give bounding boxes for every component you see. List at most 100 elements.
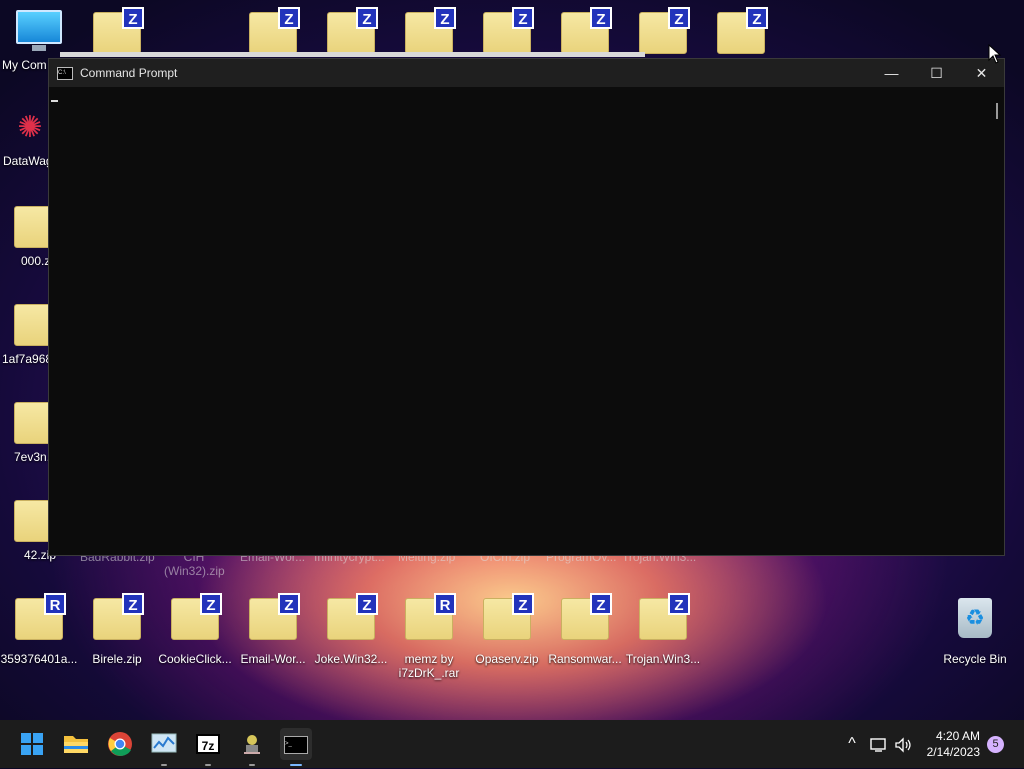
zip-badge: Z — [512, 593, 534, 615]
console-area[interactable] — [49, 87, 1004, 557]
zip-icon: R — [15, 593, 66, 640]
desktop-zip-icon[interactable]: Rmemz by i7zDrK_.rar — [390, 593, 468, 680]
window-titlebar[interactable]: C:\ Command Prompt — ☐ ✕ — [49, 59, 1004, 87]
zip-badge: Z — [590, 7, 612, 29]
show-hidden-icons-button[interactable]: ^ — [842, 720, 862, 768]
desktop-icon-label: memz by i7zDrK_.rar — [398, 652, 460, 680]
desktop-zip-icon[interactable]: Z — [234, 7, 312, 54]
desktop-zip-icon[interactable]: Z Birele.zip — [78, 593, 156, 666]
desktop-zip-icon[interactable]: R 359376401a... — [0, 593, 78, 666]
zip-icon: Z — [483, 593, 534, 640]
desktop-icon-recycle-bin[interactable]: ♻ Recycle Bin — [936, 598, 1014, 666]
zip-icon: Z — [639, 593, 690, 640]
desktop-zip-icon[interactable]: Z — [624, 7, 702, 54]
desktop-zip-icon[interactable]: Z Opaserv.zip — [468, 593, 546, 666]
running-indicator — [205, 764, 211, 766]
zip-badge: R — [44, 593, 66, 615]
datawag-icon: ✺ — [17, 111, 43, 144]
task-manager-button[interactable] — [148, 728, 180, 766]
desktop-zip-icon[interactable]: Z — [312, 7, 390, 54]
network-icon[interactable] — [868, 720, 890, 768]
zip-badge: Z — [746, 7, 768, 29]
running-indicator — [161, 764, 167, 766]
desktop-icon-label: Joke.Win32... — [314, 652, 388, 666]
zip-icon: Z — [171, 593, 222, 640]
7zip-button[interactable]: 7z — [192, 728, 224, 766]
chrome-button[interactable] — [104, 728, 136, 760]
running-indicator — [249, 764, 255, 766]
window-controls: — ☐ ✕ — [869, 59, 1004, 87]
recycle-bin-icon: ♻ — [958, 598, 992, 638]
zip-icon: R — [405, 593, 456, 640]
zip-icon: Z — [93, 7, 144, 54]
volume-icon[interactable] — [892, 720, 914, 768]
zip-badge: Z — [200, 593, 222, 615]
zip-icon: Z — [93, 593, 144, 640]
zip-badge: Z — [356, 593, 378, 615]
command-prompt-icon: C:\ — [57, 66, 73, 80]
process-hacker-button[interactable] — [236, 728, 268, 766]
zip-badge: Z — [668, 593, 690, 615]
desktop-zip-icon[interactable]: Z — [546, 7, 624, 54]
window-title: Command Prompt — [80, 66, 178, 80]
text-cursor — [51, 100, 58, 102]
desktop-icon-label: Ransomwar... — [548, 652, 622, 666]
vertical-scrollbar[interactable] — [996, 103, 998, 119]
process-hacker-icon — [244, 735, 260, 754]
zip-badge: Z — [122, 593, 144, 615]
command-prompt-taskbar-button[interactable]: >_ — [280, 728, 312, 766]
clock-date: 2/14/2023 — [926, 745, 980, 759]
zip-icon: Z — [405, 7, 456, 54]
zip-badge: R — [434, 593, 456, 615]
zip-icon: Z — [327, 7, 378, 54]
clock[interactable]: 4:20 AM 2/14/2023 — [927, 728, 980, 760]
desktop-zip-icon[interactable]: Z — [702, 7, 780, 54]
desktop-zip-icon[interactable]: Z Ransomwar... — [546, 593, 624, 666]
zip-icon: Z — [639, 7, 690, 54]
start-icon-tile — [33, 745, 43, 755]
desktop-zip-icon[interactable]: Z — [468, 7, 546, 54]
zip-badge: Z — [434, 7, 456, 29]
desktop-zip-icon[interactable]: Z CookieClick... — [156, 593, 234, 666]
zip-icon: Z — [561, 593, 612, 640]
desktop-icon-label: Email-Wor... — [240, 652, 306, 666]
desktop-icon-label: Opaserv.zip — [475, 652, 539, 666]
start-button[interactable] — [16, 728, 48, 760]
zip-icon: Z — [327, 593, 378, 640]
minimize-button[interactable]: — — [869, 59, 914, 87]
start-icon-tile — [21, 745, 31, 755]
desktop-zip-icon[interactable]: Z — [390, 7, 468, 54]
zip-badge: Z — [668, 7, 690, 29]
zip-icon: Z — [717, 7, 768, 54]
desktop-zip-icon[interactable]: Z Joke.Win32... — [312, 593, 390, 666]
volume-icon-glyph — [895, 737, 911, 753]
desktop-icon-label: Trojan.Win3... — [625, 652, 701, 666]
zip-badge: Z — [356, 7, 378, 29]
desktop-zip-icon[interactable]: Z Email-Wor... — [234, 593, 312, 666]
file-explorer-icon — [64, 736, 88, 753]
desktop-zip-icon[interactable]: Z — [78, 7, 156, 54]
notification-badge[interactable]: 5 — [987, 736, 1004, 753]
desktop-icon-label: 359376401a... — [0, 652, 78, 666]
file-explorer-button[interactable] — [60, 728, 92, 760]
desktop-icon-label: Recycle Bin — [943, 652, 1007, 666]
zip-badge: Z — [278, 593, 300, 615]
desktop-zip-icon[interactable]: Z Trojan.Win3... — [624, 593, 702, 666]
desktop-icon-label: Birele.zip — [92, 652, 142, 666]
start-icon-tile — [33, 733, 43, 743]
background-window-scrollbar — [60, 52, 645, 57]
maximize-button[interactable]: ☐ — [914, 59, 959, 87]
active-indicator — [290, 764, 302, 766]
7zip-icon: 7z — [196, 734, 220, 754]
chrome-icon — [108, 732, 132, 756]
start-icon-tile — [21, 733, 31, 743]
task-manager-icon — [151, 733, 177, 753]
zip-badge: Z — [590, 593, 612, 615]
command-prompt-window[interactable]: C:\ Command Prompt — ☐ ✕ — [48, 58, 1005, 556]
clock-time: 4:20 AM — [935, 729, 980, 743]
zip-badge: Z — [122, 7, 144, 29]
zip-badge: Z — [512, 7, 534, 29]
zip-icon: Z — [249, 593, 300, 640]
command-prompt-icon: >_ — [284, 736, 308, 754]
mouse-pointer-icon — [988, 44, 1002, 64]
